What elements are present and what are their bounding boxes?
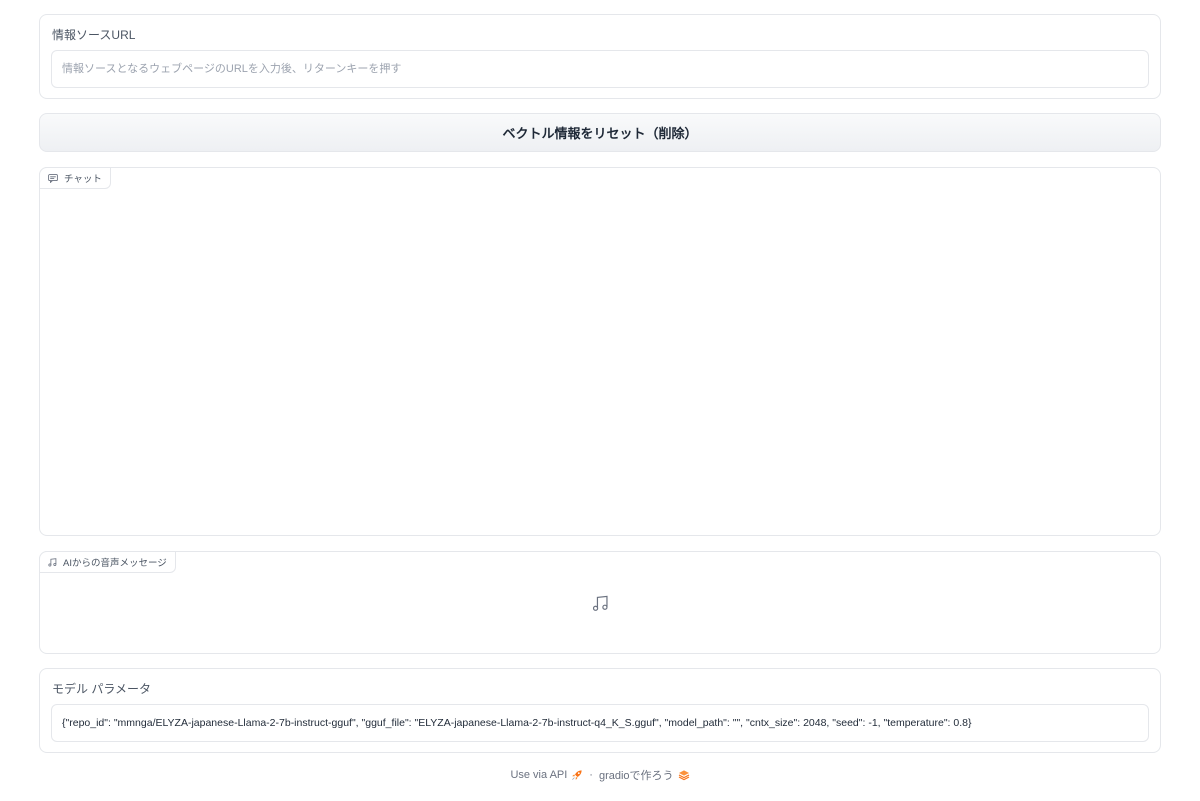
chatbot-label: チャット — [64, 174, 102, 185]
chatbot-label-tag: チャット — [39, 167, 111, 189]
audio-output-panel: AIからの音声メッセージ — [39, 551, 1161, 654]
music-note-icon — [48, 557, 57, 567]
gradio-logo-icon — [678, 769, 690, 781]
model-params-label: モデル パラメータ — [52, 682, 151, 696]
audio-label: AIからの音声メッセージ — [63, 558, 167, 569]
built-with-gradio-link[interactable]: gradioで作ろう — [599, 767, 690, 783]
music-note-icon — [592, 595, 609, 617]
rocket-icon — [571, 769, 583, 781]
footer: Use via API · gradioで作ろう — [0, 767, 1200, 783]
use-via-api-link[interactable]: Use via API — [510, 769, 583, 781]
model-params-block: モデル パラメータ — [39, 668, 1161, 753]
chat-icon — [48, 173, 58, 183]
chatbot-panel[interactable]: チャット — [39, 167, 1161, 536]
source-url-input[interactable] — [51, 50, 1149, 88]
model-params-input[interactable] — [51, 704, 1149, 742]
reset-vectors-button[interactable]: ベクトル情報をリセット（削除） — [39, 113, 1161, 152]
source-url-label: 情報ソースURL — [52, 28, 136, 42]
footer-separator: · — [589, 769, 593, 781]
source-url-block: 情報ソースURL — [39, 14, 1161, 99]
audio-label-tag: AIからの音声メッセージ — [39, 551, 176, 573]
